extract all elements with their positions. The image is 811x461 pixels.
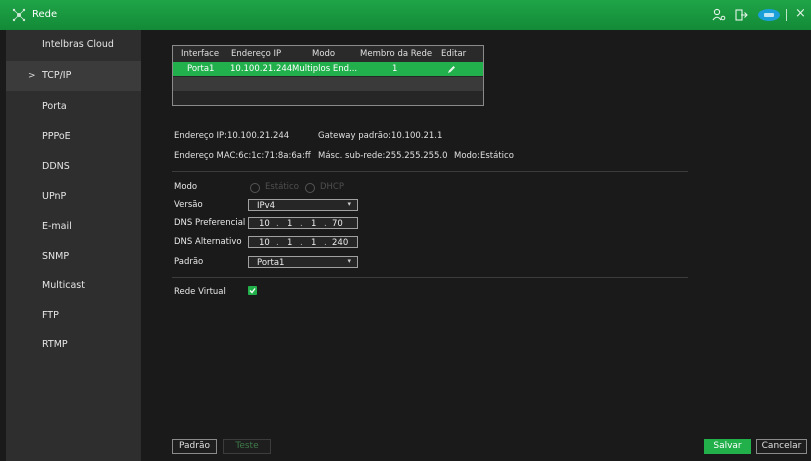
- octet: 10: [259, 238, 270, 248]
- close-icon[interactable]: ×: [795, 6, 806, 21]
- window-title: Rede: [32, 9, 58, 20]
- dns-alt-label: DNS Alternativo: [174, 237, 242, 247]
- divider: [172, 277, 688, 278]
- user-icon[interactable]: [712, 8, 726, 22]
- octet-separator: .: [300, 238, 303, 248]
- radio-dhcp-label: DHCP: [320, 182, 344, 192]
- sidebar-item-rtmp[interactable]: RTMP: [6, 330, 141, 360]
- sidebar-item-porta[interactable]: Porta: [6, 92, 141, 122]
- dns-pref-label: DNS Preferencial: [174, 218, 246, 228]
- octet: 1: [287, 238, 293, 248]
- mac-info: Endereço MAC:6c:1c:71:8a:6a:ff: [174, 151, 311, 161]
- default-select[interactable]: Porta1 ▾: [248, 256, 358, 268]
- sidebar-item-label: FTP: [42, 310, 59, 321]
- ip-info: Endereço IP:10.100.21.244: [174, 131, 290, 141]
- divider: [172, 171, 688, 172]
- version-label: Versão: [174, 200, 203, 210]
- chevron-right-icon: >: [28, 71, 36, 81]
- octet: 1: [311, 238, 317, 248]
- cell-interface: Porta1: [187, 64, 215, 74]
- chevron-down-icon: ▾: [347, 200, 351, 208]
- octet: 10: [259, 219, 270, 229]
- mode-info: Modo:Estático: [454, 151, 514, 161]
- sidebar-item-snmp[interactable]: SNMP: [6, 242, 141, 272]
- octet: 240: [332, 238, 349, 248]
- column-header: Editar: [441, 49, 467, 59]
- octet: 1: [311, 219, 317, 229]
- cell-member: 1: [392, 64, 398, 74]
- sidebar-item-label: PPPoE: [42, 131, 71, 142]
- cancel-button[interactable]: Cancelar: [756, 439, 807, 454]
- column-header: Modo: [312, 49, 336, 59]
- octet: 1: [287, 219, 293, 229]
- sidebar-item-label: TCP/IP: [42, 70, 72, 81]
- sidebar-item-label: UPnP: [42, 191, 67, 202]
- test-button[interactable]: Teste: [223, 439, 271, 454]
- cell-mode: Multiplos End...: [292, 64, 358, 74]
- column-header: Endereço IP: [231, 49, 282, 59]
- radio-dhcp[interactable]: [305, 183, 315, 193]
- sidebar-item-intelbras-cloud[interactable]: Intelbras Cloud: [6, 30, 141, 60]
- sidebar-item-label: Porta: [42, 101, 67, 112]
- cell-ip: 10.100.21.244: [230, 64, 293, 74]
- cloud-icon[interactable]: [757, 8, 781, 22]
- interfaces-table: Interface Endereço IP Modo Membro da Red…: [172, 45, 484, 106]
- version-select[interactable]: IPv4 ▾: [248, 199, 358, 211]
- mode-label: Modo: [174, 182, 198, 192]
- sidebar-item-upnp[interactable]: UPnP: [6, 182, 141, 212]
- virtual-network-label: Rede Virtual: [174, 287, 226, 297]
- table-row-empty: [173, 77, 483, 91]
- table-row[interactable]: Porta1 10.100.21.244 Multiplos End... 1: [173, 62, 483, 76]
- default-button[interactable]: Padrão: [172, 439, 217, 454]
- radio-static[interactable]: [250, 183, 260, 193]
- chevron-down-icon: ▾: [347, 257, 351, 265]
- octet-separator: .: [300, 219, 303, 229]
- default-label: Padrão: [174, 257, 204, 267]
- octet-separator: .: [324, 238, 327, 248]
- title-bar: Rede ×: [0, 0, 811, 30]
- mask-info: Másc. sub-rede:255.255.255.0: [318, 151, 448, 161]
- sidebar-item-ftp[interactable]: FTP: [6, 301, 141, 331]
- sidebar-item-label: DDNS: [42, 161, 70, 172]
- radio-static-label: Estático: [265, 182, 299, 192]
- sidebar-item-email[interactable]: E-mail: [6, 212, 141, 242]
- network-icon: [12, 8, 26, 22]
- dns-pref-input[interactable]: 10 . 1 . 1 . 70: [248, 217, 358, 229]
- virtual-network-checkbox[interactable]: [248, 286, 257, 295]
- save-button[interactable]: Salvar: [704, 439, 751, 454]
- dns-alt-input[interactable]: 10 . 1 . 1 . 240: [248, 236, 358, 248]
- octet-separator: .: [276, 219, 279, 229]
- sidebar-item-pppoe[interactable]: PPPoE: [6, 122, 141, 152]
- pencil-icon[interactable]: [447, 65, 456, 74]
- table-header: Interface Endereço IP Modo Membro da Red…: [173, 46, 483, 62]
- octet: 70: [332, 219, 343, 229]
- sidebar-item-label: E-mail: [42, 221, 72, 232]
- sidebar-item-label: SNMP: [42, 251, 70, 262]
- octet-separator: .: [276, 238, 279, 248]
- version-value: IPv4: [257, 201, 276, 211]
- checkmark-icon: [249, 288, 256, 294]
- sidebar-item-tcpip[interactable]: > TCP/IP: [6, 61, 141, 91]
- octet-separator: .: [324, 219, 327, 229]
- default-value: Porta1: [257, 258, 285, 268]
- logout-icon[interactable]: [734, 8, 748, 22]
- sidebar-item-ddns[interactable]: DDNS: [6, 152, 141, 182]
- column-header: Membro da Rede: [360, 49, 433, 59]
- sidebar: Intelbras Cloud > TCP/IP Porta PPPoE DDNS…: [6, 30, 141, 461]
- sidebar-item-label: Intelbras Cloud: [42, 39, 114, 50]
- gateway-info: Gateway padrão:10.100.21.1: [318, 131, 443, 141]
- title-divider: [786, 9, 787, 21]
- sidebar-item-label: Multicast: [42, 280, 85, 291]
- column-header: Interface: [181, 49, 220, 59]
- sidebar-item-label: RTMP: [42, 339, 68, 350]
- sidebar-item-multicast[interactable]: Multicast: [6, 271, 141, 301]
